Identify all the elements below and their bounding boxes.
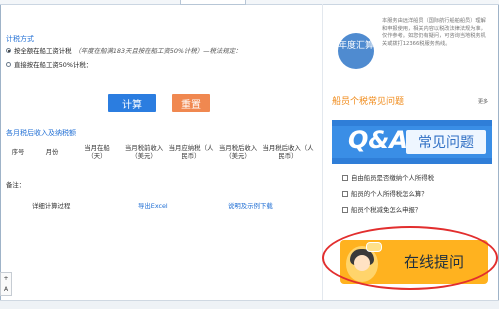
square-bullet-icon bbox=[342, 206, 348, 213]
option-full-salary-label: 按全额在船工资计税 bbox=[14, 47, 72, 55]
result-table-header: 序号 月份 当月在船（天） 当月税前收入（美元） 当月应纳税（人民币） 当月税后… bbox=[0, 144, 320, 172]
square-bullet-icon bbox=[342, 174, 348, 181]
col-tax-rmb: 当月应纳税（人民币） bbox=[168, 144, 214, 160]
radio-full-salary[interactable] bbox=[6, 48, 11, 53]
faq-item-label: 船员的个人所得税怎么算？ bbox=[351, 190, 428, 198]
reset-button[interactable]: 重置 bbox=[172, 94, 210, 112]
calculate-button[interactable]: 计算 bbox=[108, 94, 156, 112]
col-pre-tax-usd: 当月税前收入（美元） bbox=[124, 144, 164, 160]
example-download-link[interactable]: 说明及示例下载 bbox=[228, 201, 273, 210]
annual-settlement-badge[interactable]: 年度汇算 bbox=[338, 33, 374, 69]
highlight-ring bbox=[322, 226, 498, 290]
col-after-tax-rmb: 当月税后收入（人民币） bbox=[262, 144, 314, 160]
col-days: 当月在船（天） bbox=[84, 144, 110, 160]
qa-logo-icon: Q&A bbox=[348, 126, 408, 154]
faq-item[interactable]: 船员个税减免怎么申报？ bbox=[342, 205, 421, 214]
faq-item[interactable]: 船员的个人所得税怎么算？ bbox=[342, 189, 428, 198]
remark-label: 备注： bbox=[6, 181, 26, 189]
faq-item-label: 船员个税减免怎么申报？ bbox=[351, 206, 422, 214]
square-bullet-icon bbox=[342, 190, 348, 197]
export-excel-link[interactable]: 导出Excel bbox=[138, 201, 168, 210]
faq-item-label: 自由船员是否缴纳个人所得税 bbox=[351, 174, 435, 182]
monthly-title: 各月税后收入及纳税额 bbox=[6, 129, 76, 137]
faq-banner[interactable]: Q&A 常见问题 bbox=[332, 120, 492, 164]
option-full-salary-note: （年度在船满183天且按在船工资50%计税）—税法规定： bbox=[74, 47, 242, 55]
col-index: 序号 bbox=[11, 148, 25, 156]
badge-text: 年度汇算 bbox=[338, 41, 375, 51]
detail-link[interactable]: 详细计算过程 bbox=[32, 201, 70, 210]
option-half-salary[interactable]: 直接按在船工资50%计税： bbox=[6, 60, 92, 69]
faq-item[interactable]: 自由船员是否缴纳个人所得税 bbox=[342, 173, 434, 182]
option-half-salary-label: 直接按在船工资50%计税： bbox=[14, 61, 93, 69]
faq-title: 船员个税常见问题 bbox=[332, 97, 405, 107]
side-font-control[interactable]: + A bbox=[0, 272, 12, 296]
radio-half-salary[interactable] bbox=[6, 62, 11, 67]
faq-more-link[interactable]: 更多 bbox=[478, 98, 488, 105]
faq-banner-text: 常见问题 bbox=[406, 130, 486, 154]
calc-mode-title: 计税方式 bbox=[6, 35, 34, 43]
col-after-tax-usd: 当月税后收入（美元） bbox=[218, 144, 258, 160]
sidebar-intro: 本服务由远洋船员（国际航行船舶船员）理解和申报使用，相关内容以税改法律法规为准，… bbox=[382, 18, 486, 47]
option-full-salary[interactable]: 按全额在船工资计税 （年度在船满183天且按在船工资50%计税）—税法规定： bbox=[6, 46, 242, 55]
col-month: 月份 bbox=[45, 148, 59, 156]
calculator-panel: 计税方式 按全额在船工资计税 （年度在船满183天且按在船工资50%计税）—税法… bbox=[0, 4, 320, 308]
